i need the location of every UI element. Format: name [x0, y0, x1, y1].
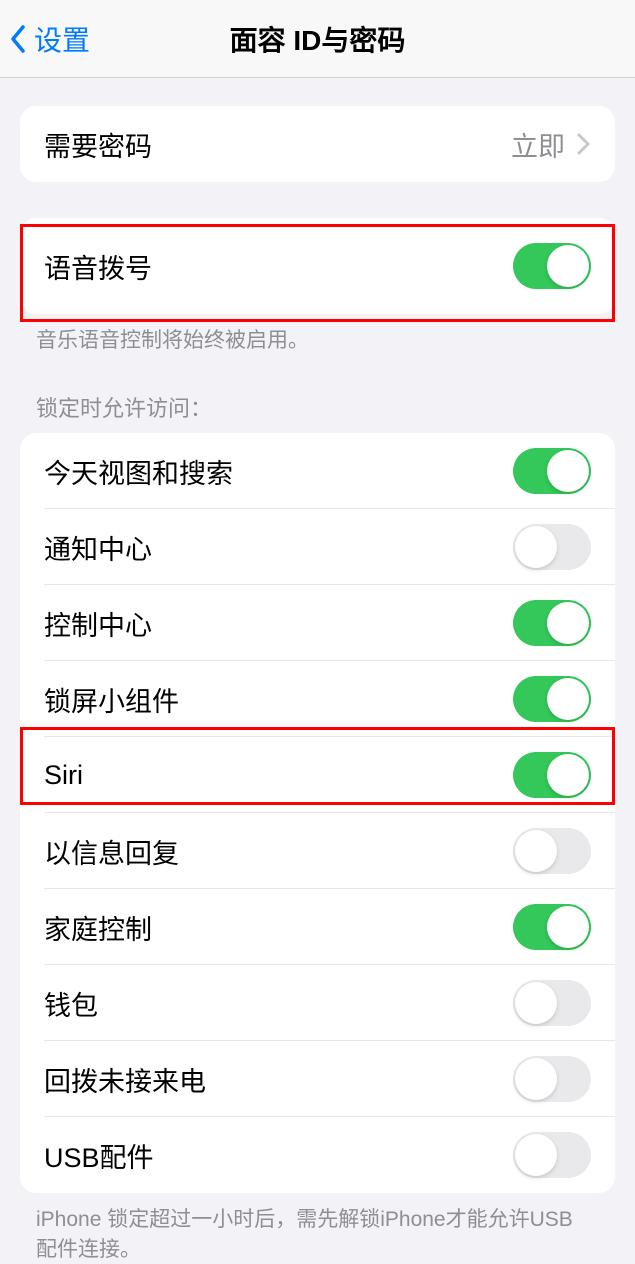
lock-access-item-label: 钱包: [44, 984, 98, 1023]
lock-access-item-label: 控制中心: [44, 604, 152, 643]
lock-access-item-toggle[interactable]: [513, 600, 591, 646]
lock-access-row: 家庭控制: [20, 889, 615, 965]
lock-access-item-toggle[interactable]: [513, 828, 591, 874]
voice-dial-toggle[interactable]: [513, 243, 591, 289]
lock-access-item-toggle[interactable]: [513, 752, 591, 798]
lock-access-footer: iPhone 锁定超过一小时后，需先解锁iPhone才能允许USB 配件连接。: [0, 1193, 635, 1264]
chevron-left-icon: [10, 25, 26, 53]
lock-access-item-label: 家庭控制: [44, 908, 152, 947]
lock-access-row: 以信息回复: [20, 813, 615, 889]
lock-access-row: 回拨未接来电: [20, 1041, 615, 1117]
voice-dial-footer: 音乐语音控制将始终被启用。: [0, 314, 635, 355]
lock-access-item-label: 回拨未接来电: [44, 1060, 206, 1099]
lock-access-item-label: 锁屏小组件: [44, 680, 179, 719]
lock-access-item-label: USB配件: [44, 1136, 154, 1175]
lock-access-item-label: Siri: [44, 760, 83, 791]
lock-access-header: 锁定时允许访问：: [0, 391, 635, 433]
chevron-right-icon: [577, 133, 591, 155]
lock-access-row: Siri: [20, 737, 615, 813]
lock-access-item-toggle[interactable]: [513, 676, 591, 722]
lock-access-item-toggle[interactable]: [513, 448, 591, 494]
lock-access-item-toggle[interactable]: [513, 904, 591, 950]
lock-access-item-label: 以信息回复: [44, 832, 179, 871]
lock-access-item-toggle[interactable]: [513, 524, 591, 570]
lock-access-item-toggle[interactable]: [513, 1132, 591, 1178]
back-button[interactable]: 设置: [10, 19, 90, 59]
voice-dial-label: 语音拨号: [44, 247, 152, 286]
voice-dial-row: 语音拨号: [20, 218, 615, 314]
lock-access-item-label: 今天视图和搜索: [44, 452, 233, 491]
lock-access-item-toggle[interactable]: [513, 980, 591, 1026]
lock-access-row: 控制中心: [20, 585, 615, 661]
lock-access-row: USB配件: [20, 1117, 615, 1193]
require-passcode-value: 立即: [511, 125, 565, 164]
require-passcode-label: 需要密码: [44, 125, 152, 164]
back-label: 设置: [34, 19, 90, 59]
lock-access-item-label: 通知中心: [44, 528, 152, 567]
require-passcode-row[interactable]: 需要密码 立即: [20, 106, 615, 182]
lock-access-row: 通知中心: [20, 509, 615, 585]
lock-access-row: 钱包: [20, 965, 615, 1041]
page-title: 面容 ID与密码: [230, 19, 406, 59]
lock-access-row: 今天视图和搜索: [20, 433, 615, 509]
lock-access-row: 锁屏小组件: [20, 661, 615, 737]
lock-access-item-toggle[interactable]: [513, 1056, 591, 1102]
nav-header: 设置 面容 ID与密码: [0, 0, 635, 78]
